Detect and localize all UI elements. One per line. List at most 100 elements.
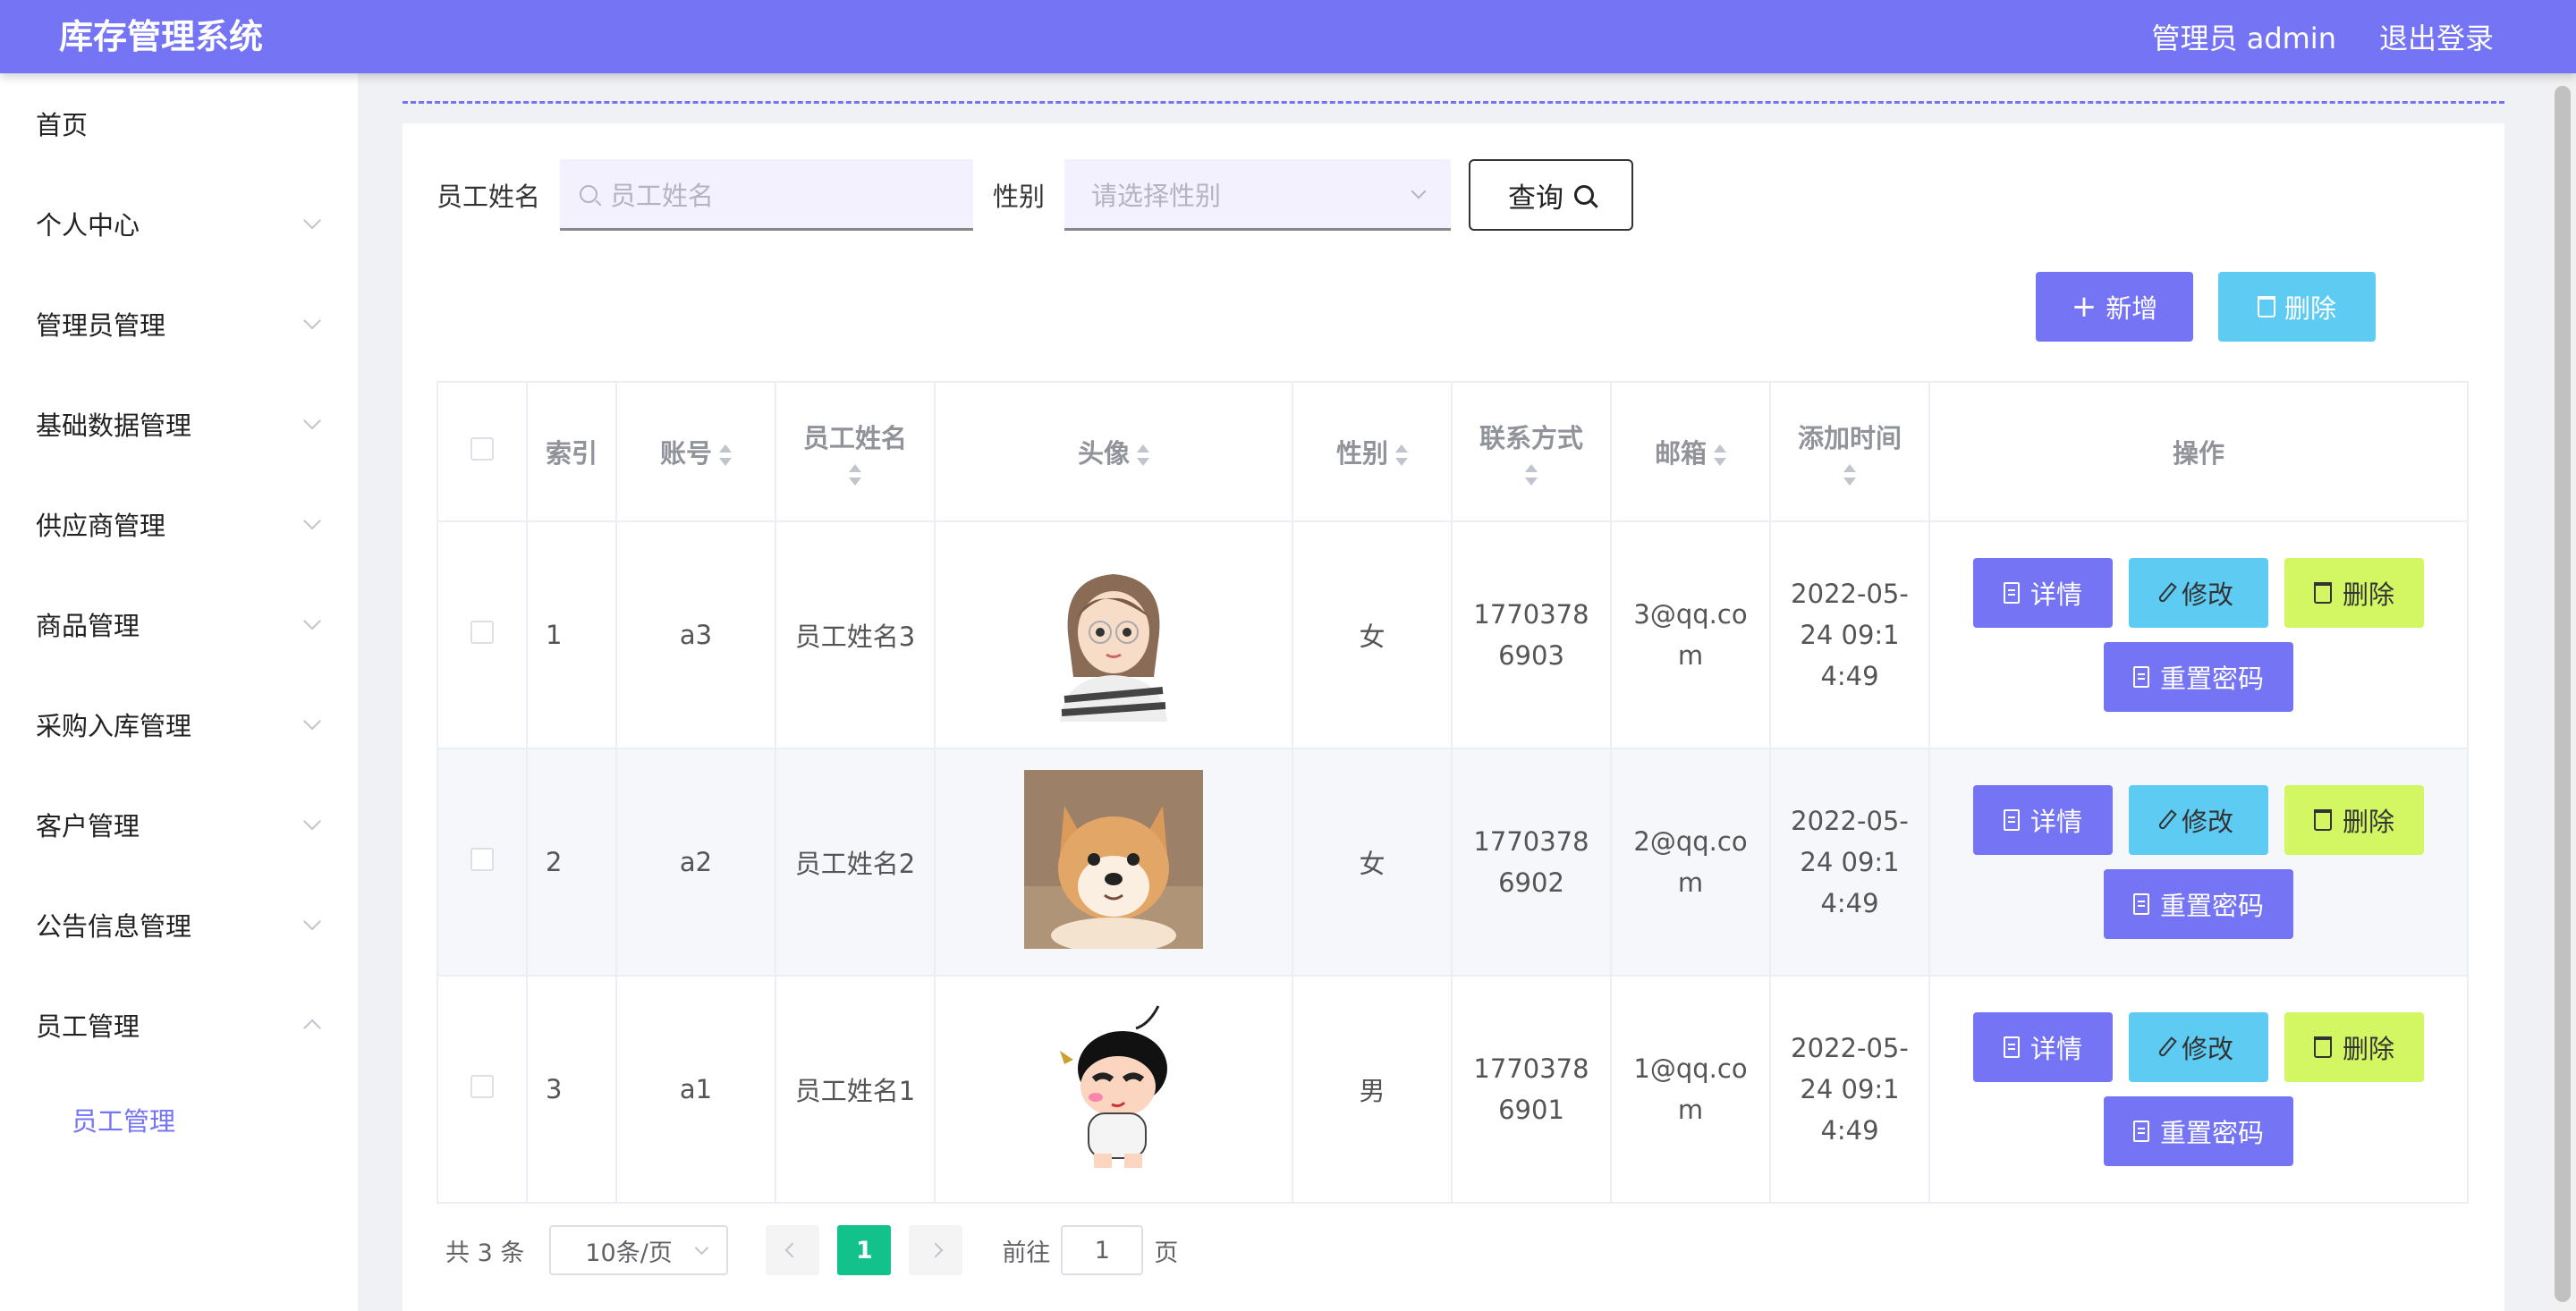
gender-label: 性别 [993,182,1046,212]
sidebar-item-notices[interactable]: 公告信息管理 [0,875,358,975]
row-checkbox[interactable] [470,1075,494,1098]
current-user: 管理员 admin [2151,21,2336,55]
column-header-added-time[interactable]: 添加时间 [1769,381,1930,522]
sidebar-item-customers[interactable]: 客户管理 [0,774,358,875]
page-scrollbar[interactable] [2549,73,2576,1311]
name-search-input[interactable]: 员工姓名 [560,159,974,231]
cell-account: a3 [615,520,776,749]
cell-email: 2@qq.com [1610,748,1771,977]
delete-button[interactable]: 删除 [2284,558,2424,628]
table-row: 3 a1 员工姓名1 男 17703786901 1@qq.com 2022-0… [436,975,2469,1204]
add-button[interactable]: + 新增 [2036,272,2193,342]
reset-password-label: 重置密码 [2159,891,2264,921]
cell-index: 3 [526,975,617,1204]
cell-ops: 详情 修改 删除 重置密码 [1928,520,2469,749]
sidebar-subitem-staff[interactable]: 员工管理 [0,1075,358,1164]
column-header-avatar[interactable]: 头像 [934,381,1293,522]
chevron-right-icon [928,1242,944,1258]
sidebar-item-staff[interactable]: 员工管理 [0,975,358,1075]
sidebar-item-label: 商品管理 [36,611,140,641]
sidebar-item-admin[interactable]: 管理员管理 [0,274,358,374]
cell-phone: 17703786903 [1451,520,1612,749]
gender-select[interactable]: 请选择性别 [1064,159,1452,231]
sidebar-item-goods[interactable]: 商品管理 [0,574,358,674]
plus-icon: + [2071,289,2097,325]
sidebar-item-home[interactable]: 首页 [0,73,358,173]
search-icon [1574,185,1595,205]
detail-button[interactable]: 详情 [1973,1012,2113,1082]
column-header-name[interactable]: 员工姓名 [775,381,936,522]
select-all-cell [436,381,528,522]
reset-password-button[interactable]: 重置密码 [2104,869,2293,939]
page-size-select[interactable]: 10条/页 [549,1225,729,1275]
detail-button[interactable]: 详情 [1973,785,2113,855]
sort-icon[interactable] [1137,444,1149,466]
batch-delete-button[interactable]: 删除 [2218,272,2376,342]
cell-name: 员工姓名3 [775,520,936,749]
sidebar-item-profile[interactable]: 个人中心 [0,173,358,274]
gender-select-placeholder: 请选择性别 [1091,180,1222,211]
sort-icon[interactable] [849,464,861,486]
row-checkbox[interactable] [470,621,494,644]
row-checkbox[interactable] [470,848,494,871]
next-page-button[interactable] [909,1225,963,1275]
column-header-account[interactable]: 账号 [615,381,776,522]
page-size-value: 10条/页 [585,1239,673,1267]
sort-icon[interactable] [1525,464,1538,486]
reset-password-button[interactable]: 重置密码 [2104,642,2293,712]
chevron-down-icon [303,812,321,831]
name-label: 员工姓名 [436,182,541,212]
edit-button[interactable]: 修改 [2129,1012,2268,1082]
delete-button[interactable]: 删除 [2284,785,2424,855]
goto-prefix: 前往 [1002,1239,1051,1267]
cell-index: 1 [526,520,617,749]
cell-ops: 详情 修改 删除 重置密码 [1928,748,2469,977]
cell-added-time: 2022-05-24 09:14:49 [1769,520,1930,749]
sidebar-item-basic-data[interactable]: 基础数据管理 [0,374,358,474]
sidebar-item-label: 员工管理 [36,1011,140,1042]
search-form: 员工姓名 员工姓名 性别 请选择性别 查询 [436,159,1634,231]
scrollbar-thumb[interactable] [2555,86,2571,1302]
sidebar-item-purchase[interactable]: 采购入库管理 [0,674,358,774]
table-row: 1 a3 员工姓名3 女 17703786903 3@qq.com 2022-0… [436,520,2469,749]
chevron-up-icon [303,1019,321,1037]
cell-name: 员工姓名2 [775,748,936,977]
add-button-label: 新增 [2106,293,2158,324]
select-all-checkbox[interactable] [470,437,494,461]
prev-page-button[interactable] [766,1225,820,1275]
query-button[interactable]: 查询 [1469,159,1634,231]
chevron-down-icon [303,912,321,931]
header-label: 联系方式 [1479,423,1583,453]
dog-photo-image[interactable] [1024,769,1203,949]
chevron-down-icon [303,612,321,630]
cell-email: 3@qq.com [1610,520,1771,749]
sort-icon[interactable] [1395,444,1408,466]
edit-button[interactable]: 修改 [2129,785,2268,855]
cartoon-boy-image[interactable] [1024,996,1203,1176]
reset-password-button[interactable]: 重置密码 [2104,1096,2293,1166]
reset-password-label: 重置密码 [2159,664,2264,694]
column-header-email[interactable]: 邮箱 [1610,381,1771,522]
sort-icon[interactable] [719,444,732,466]
sort-icon[interactable] [1714,444,1726,466]
delete-button[interactable]: 删除 [2284,1012,2424,1082]
table-row: 2 a2 员工姓名2 女 17703786902 2@qq.com 2022-0… [436,748,2469,977]
top-header: 库存管理系统 管理员 admin 退出登录 [0,0,2576,73]
sidebar-item-suppliers[interactable]: 供应商管理 [0,474,358,574]
goto-page-input[interactable] [1061,1225,1144,1275]
logout-link[interactable]: 退出登录 [2379,16,2494,57]
detail-label: 详情 [2029,807,2082,837]
girl-avatar-image[interactable] [1024,542,1203,722]
column-header-phone[interactable]: 联系方式 [1451,381,1612,522]
sort-icon[interactable] [1843,464,1856,486]
detail-button[interactable]: 详情 [1973,558,2113,628]
header-label: 邮箱 [1654,438,1707,469]
detail-label: 详情 [2029,579,2082,610]
edit-button[interactable]: 修改 [2129,558,2268,628]
pencil-icon [2157,582,2177,604]
page-number-current[interactable]: 1 [837,1225,892,1275]
header-label: 索引 [545,438,597,469]
cell-phone: 17703786902 [1451,748,1612,977]
column-header-gender[interactable]: 性别 [1292,381,1453,522]
trash-icon [2313,1036,2332,1058]
